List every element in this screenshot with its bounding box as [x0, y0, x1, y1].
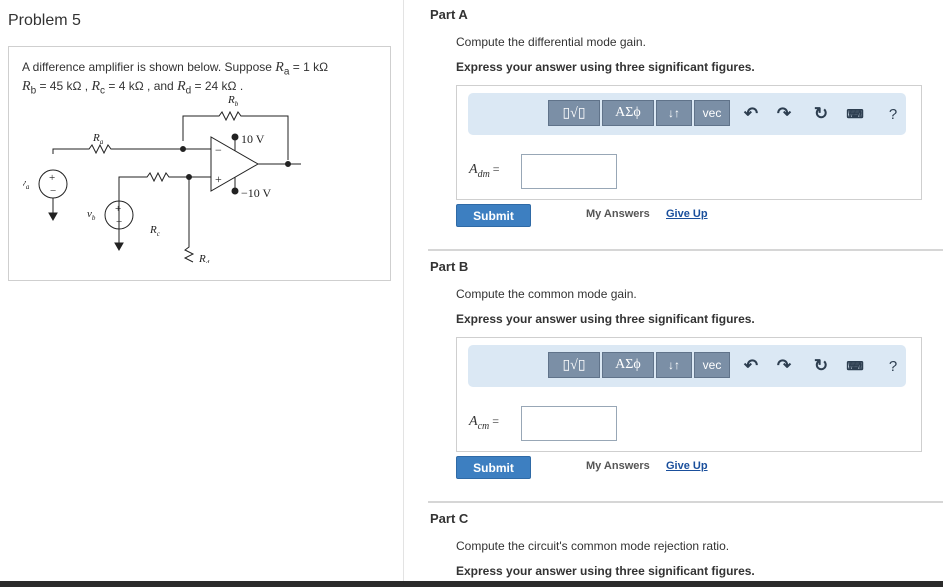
ra-resistor — [52, 143, 211, 155]
part-a-my-answers[interactable]: My Answers — [586, 208, 650, 220]
rc-label: Rc — [149, 224, 161, 238]
part-a-variable: Adm = — [469, 162, 500, 180]
part-divider — [428, 249, 943, 251]
keyboard-icon[interactable]: ⌨ — [845, 104, 865, 124]
opamp-plus: + — [215, 172, 222, 186]
part-b-variable: Acm = — [469, 414, 500, 432]
symbols-button[interactable]: ΑΣϕ — [602, 100, 654, 126]
circuit-diagram: Rb Ra Rc Rd − + 10 V −10 V + − a + − vb — [23, 94, 301, 263]
part-b-submit-button[interactable]: Submit — [456, 456, 531, 479]
ra-value: = 1 kΩ — [289, 60, 329, 74]
part-b-math-toolbar: ▯√▯ ΑΣϕ ↓↑ vec ↶ ↷ ↻ ⌨ ? — [468, 345, 906, 387]
taskbar — [0, 581, 943, 587]
help-icon[interactable]: ? — [883, 356, 903, 376]
part-c-instruction: Express your answer using three signific… — [456, 564, 755, 578]
problem-box: A difference amplifier is shown below. S… — [8, 46, 391, 281]
part-divider — [428, 501, 943, 503]
column-divider — [403, 0, 404, 587]
vpos-label: 10 V — [241, 132, 265, 146]
redo-icon[interactable]: ↷ — [774, 104, 794, 124]
ra-symbol: R — [275, 60, 284, 75]
problem-text-prefix: A difference amplifier is shown below. S… — [22, 60, 272, 74]
part-a-answer-box: ▯√▯ ΑΣϕ ↓↑ vec ↶ ↷ ↻ ⌨ ? Adm = — [456, 85, 922, 200]
keyboard-icon[interactable]: ⌨ — [845, 356, 865, 376]
part-a-math-toolbar: ▯√▯ ΑΣϕ ↓↑ vec ↶ ↷ ↻ ⌨ ? — [468, 93, 906, 135]
part-c-question: Compute the circuit's common mode reject… — [456, 539, 730, 553]
part-a-submit-button[interactable]: Submit — [456, 204, 531, 227]
vec-button[interactable]: vec — [694, 100, 730, 126]
reset-icon[interactable]: ↻ — [811, 356, 831, 376]
arrows-button[interactable]: ↓↑ — [656, 352, 692, 378]
part-b-question: Compute the common mode gain. — [456, 287, 637, 301]
undo-icon[interactable]: ↶ — [741, 104, 761, 124]
templates-button[interactable]: ▯√▯ — [548, 100, 600, 126]
part-a-answer-input[interactable] — [521, 154, 617, 189]
part-b-give-up-link[interactable]: Give Up — [666, 460, 708, 472]
ra-label: Ra — [92, 132, 104, 146]
part-b-my-answers[interactable]: My Answers — [586, 460, 650, 472]
part-b-label: Part B — [430, 259, 469, 274]
help-icon[interactable]: ? — [883, 104, 903, 124]
vneg-label: −10 V — [241, 186, 272, 200]
part-a-instruction: Express your answer using three signific… — [456, 60, 755, 74]
vec-button[interactable]: vec — [694, 352, 730, 378]
undo-icon[interactable]: ↶ — [741, 356, 761, 376]
part-b-answer-input[interactable] — [521, 406, 617, 441]
part-a-question: Compute the differential mode gain. — [456, 35, 646, 49]
templates-button[interactable]: ▯√▯ — [548, 352, 600, 378]
rd-resistor — [183, 177, 195, 263]
problem-panel: Problem 5 A difference amplifier is show… — [0, 0, 403, 587]
part-a-label: Part A — [430, 7, 468, 22]
arrows-button[interactable]: ↓↑ — [656, 100, 692, 126]
opamp-minus: − — [215, 143, 222, 157]
part-b-answer-box: ▯√▯ ΑΣϕ ↓↑ vec ↶ ↷ ↻ ⌨ ? Acm = — [456, 337, 922, 452]
va-label: va — [23, 177, 30, 191]
svg-text:+: + — [115, 203, 121, 215]
svg-text:−: − — [50, 185, 56, 197]
svg-text:−: − — [116, 216, 122, 228]
symbols-button[interactable]: ΑΣϕ — [602, 352, 654, 378]
rc-resistor — [118, 171, 211, 243]
redo-icon[interactable]: ↷ — [774, 356, 794, 376]
reset-icon[interactable]: ↻ — [811, 104, 831, 124]
part-c-label: Part C — [430, 511, 469, 526]
part-b-instruction: Express your answer using three signific… — [456, 312, 755, 326]
vb-label: vb — [87, 208, 96, 222]
svg-text:+: + — [49, 172, 55, 184]
rd-label: Rd — [198, 253, 210, 263]
parts-panel: Part A Compute the differential mode gai… — [428, 0, 943, 587]
problem-title: Problem 5 — [8, 12, 81, 29]
part-a-give-up-link[interactable]: Give Up — [666, 208, 708, 220]
rb-label: Rb — [227, 94, 239, 108]
